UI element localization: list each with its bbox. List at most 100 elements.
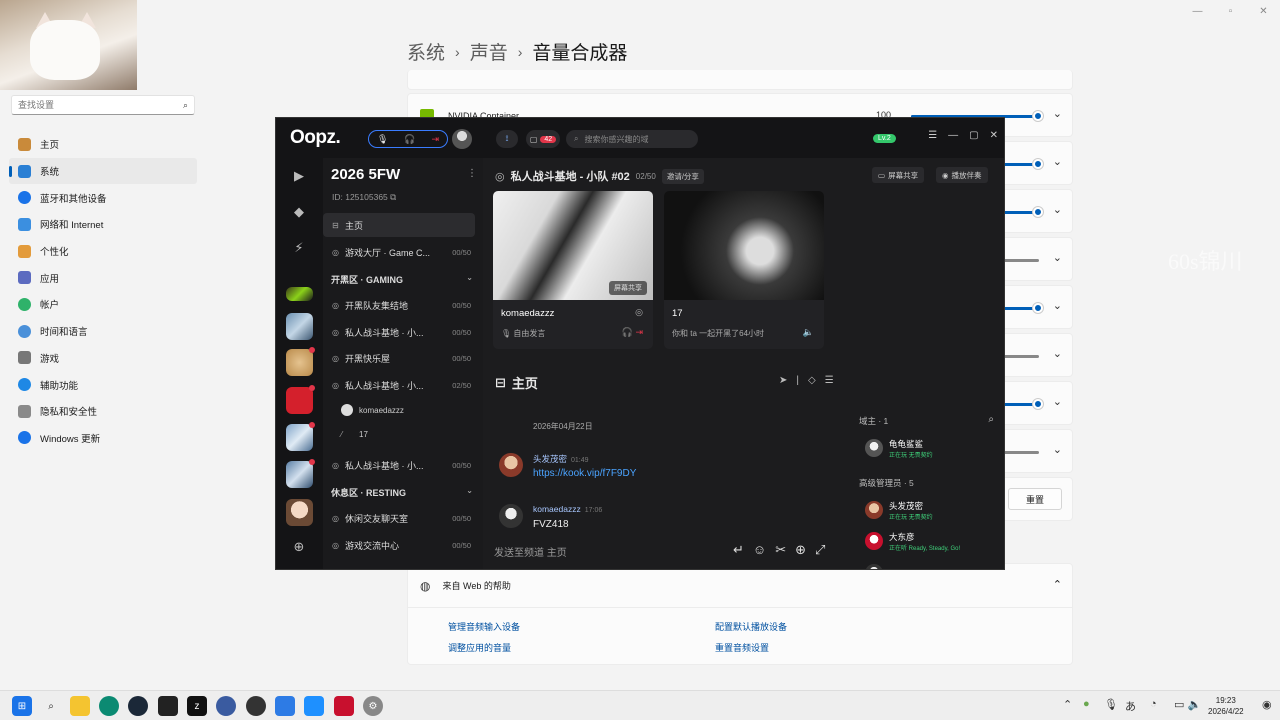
enter-icon[interactable]: ↵ xyxy=(733,542,744,558)
scissors-icon[interactable]: ✂ xyxy=(775,542,786,558)
add-icon[interactable]: ⊕ xyxy=(795,542,806,558)
focus-icon[interactable]: ◔ xyxy=(1150,698,1157,710)
steam-icon[interactable] xyxy=(128,696,148,716)
headphones-hangup-icons[interactable]: 🎧 ⇥ xyxy=(622,327,643,338)
settings-search-input[interactable] xyxy=(12,96,172,114)
category-resting[interactable]: 休息区 · RESTING ⌄ xyxy=(331,486,475,499)
member-item[interactable]: komaedazzz xyxy=(865,562,937,569)
slider-thumb[interactable] xyxy=(1033,159,1043,169)
headphones-icon[interactable]: 🎧 xyxy=(404,134,415,145)
play-music-button[interactable]: ◉ 播放伴奏 xyxy=(936,167,988,183)
chevron-down-icon[interactable]: ⌄ xyxy=(1053,347,1062,360)
voice-status-button[interactable]: ⟟ xyxy=(496,130,518,148)
screen-share-button[interactable]: ▭ 屏幕共享 xyxy=(872,167,925,183)
participant-card[interactable]: 17 你和 ta 一起开黑了64小时 🔈 xyxy=(664,191,824,349)
voice-member[interactable]: ⁄ 17 xyxy=(341,430,368,439)
my-avatar[interactable] xyxy=(452,129,472,149)
member-item[interactable]: 大东彦 正在听 Ready, Steady, Go! xyxy=(865,530,960,552)
member-item[interactable]: 头发茂密 正在玩 无畏契约 xyxy=(865,499,933,521)
nav-accessibility[interactable]: 辅助功能 xyxy=(9,371,197,398)
breadcrumb-sound[interactable]: 声音 xyxy=(470,38,508,65)
breadcrumb-system[interactable]: 系统 xyxy=(407,38,445,65)
chevron-down-icon[interactable]: ⌄ xyxy=(1053,251,1062,264)
minimize-icon[interactable]: — xyxy=(1181,0,1214,22)
windows-start-icon[interactable]: ⊞ xyxy=(12,696,32,716)
minimize-icon[interactable]: — xyxy=(948,130,958,141)
slider-thumb[interactable] xyxy=(1033,399,1043,409)
nav-privacy[interactable]: 隐私和安全性 xyxy=(9,398,197,425)
maximize-icon[interactable]: ▢ xyxy=(969,130,978,141)
user-avatar[interactable] xyxy=(0,0,137,90)
help-link[interactable]: 重置音频设置 xyxy=(715,641,982,654)
chevron-up-icon[interactable]: ⌃ xyxy=(1063,698,1072,711)
menu-icon[interactable]: ☰ xyxy=(928,130,937,141)
notification-icon[interactable]: ◉ xyxy=(1262,698,1272,711)
hangup-icon[interactable]: ⇥ xyxy=(635,327,643,337)
channel-item[interactable]: ◎ 休闲交友聊天室 00/50 xyxy=(323,506,475,530)
emoji-icon[interactable]: ☺ xyxy=(753,542,766,558)
chevron-down-icon[interactable]: ⌄ xyxy=(1053,395,1062,408)
settings-search[interactable]: ⌕ xyxy=(11,95,195,115)
nav-windows-update[interactable]: Windows 更新 xyxy=(9,425,197,452)
server-icon[interactable] xyxy=(286,347,315,376)
invite-share-button[interactable]: 邀请/分享 xyxy=(661,168,704,184)
maximize-icon[interactable]: ▫ xyxy=(1214,0,1247,22)
search-icon[interactable]: ⌕ xyxy=(183,100,188,111)
member-item[interactable]: 龟龟鲨鲨 正在玩 无畏契约 xyxy=(865,437,933,459)
channel-item[interactable]: ◎ 游戏交流中心 00/50 xyxy=(323,533,475,557)
message-link[interactable]: https://kook.vip/f7F9DY xyxy=(533,468,636,479)
settings-icon[interactable]: ◎ xyxy=(635,307,643,318)
channel-item[interactable]: ◎ 游戏大厅 · Game C... 00/50 xyxy=(323,240,475,264)
nav-accounts[interactable]: 帐户 xyxy=(9,291,197,318)
channel-item[interactable]: ◎ 开黑队友集结地 00/50 xyxy=(323,293,475,317)
chevron-up-icon[interactable]: ⌃ xyxy=(1053,578,1062,591)
oopz-taskbar-icon[interactable]: z xyxy=(187,696,207,716)
nav-home[interactable]: 主页 xyxy=(9,131,197,158)
help-link[interactable]: 配置默认播放设备 xyxy=(715,620,982,633)
nav-time-language[interactable]: 时间和语言 xyxy=(9,318,197,345)
server-icon[interactable] xyxy=(286,313,313,340)
nav-gaming[interactable]: 游戏 xyxy=(9,345,197,372)
close-icon[interactable]: ✕ xyxy=(990,130,998,141)
speaker-icon[interactable]: 🔈 xyxy=(803,327,814,338)
play-icon[interactable]: ▶ xyxy=(290,168,308,186)
app-icon[interactable] xyxy=(334,696,354,716)
search-icon[interactable]: ⌕ xyxy=(988,414,994,425)
nav-personalization[interactable]: 个性化 xyxy=(9,238,197,265)
server-icon[interactable] xyxy=(286,459,315,488)
nav-bluetooth[interactable]: 蓝牙和其他设备 xyxy=(9,184,197,211)
slider-thumb[interactable] xyxy=(1033,111,1043,121)
server-icon-the-finals[interactable] xyxy=(286,385,315,414)
tag-icon[interactable]: ◇ xyxy=(808,375,816,386)
domain-search[interactable]: ⌕ 搜索你感兴趣的域 xyxy=(566,130,698,148)
category-gaming[interactable]: 开黑区 · GAMING ⌄ xyxy=(331,273,475,286)
nav-network[interactable]: 网络和 Internet xyxy=(9,211,197,238)
more-icon[interactable]: ⋮ xyxy=(467,168,477,179)
edge-icon[interactable] xyxy=(99,696,119,716)
server-icon[interactable] xyxy=(286,422,315,451)
channel-item[interactable]: ◎ 私人战斗基地 · 小... 00/50 xyxy=(323,453,475,477)
chevron-down-icon[interactable]: ⌄ xyxy=(1053,299,1062,312)
help-link[interactable]: 调整应用的音量 xyxy=(448,641,715,654)
ime-icon[interactable]: あ xyxy=(1125,698,1136,714)
help-link[interactable]: 管理音频输入设备 xyxy=(448,620,715,633)
slider-thumb[interactable] xyxy=(1033,303,1043,313)
nav-system[interactable]: 系统 xyxy=(9,157,197,185)
channel-home[interactable]: ⊟ 主页 xyxy=(323,213,475,237)
microphone-icon[interactable]: 🎙 xyxy=(1104,698,1118,711)
hangup-icon[interactable]: ⇥ xyxy=(431,134,439,145)
server-icon[interactable] xyxy=(286,287,313,301)
taskbar-clock[interactable]: 19:23 2026/4/22 xyxy=(1208,695,1244,717)
network-volume-battery-icons[interactable]: ▭ 🔈 xyxy=(1174,698,1201,711)
copy-icon[interactable]: ⧉ xyxy=(390,192,396,202)
message-author[interactable]: komaedazzz 17:06 xyxy=(533,504,602,514)
channel-item-active-voice[interactable]: ◎ 私人战斗基地 · 小... 02/50 xyxy=(323,373,475,397)
participant-card[interactable]: 屏幕共享 komaedazzz ◎ 🎙 自由发言 🎧 ⇥ xyxy=(493,191,653,349)
app-icon[interactable] xyxy=(216,696,236,716)
chevron-down-icon[interactable]: ⌄ xyxy=(1053,155,1062,168)
app-icon[interactable] xyxy=(304,696,324,716)
search-icon[interactable]: ⌕ xyxy=(41,696,61,716)
avatar[interactable] xyxy=(499,453,523,477)
help-header[interactable]: ◍ 来自 Web 的帮助 ⌃ xyxy=(408,564,1072,608)
lightning-icon[interactable]: ⚡ xyxy=(290,240,308,258)
